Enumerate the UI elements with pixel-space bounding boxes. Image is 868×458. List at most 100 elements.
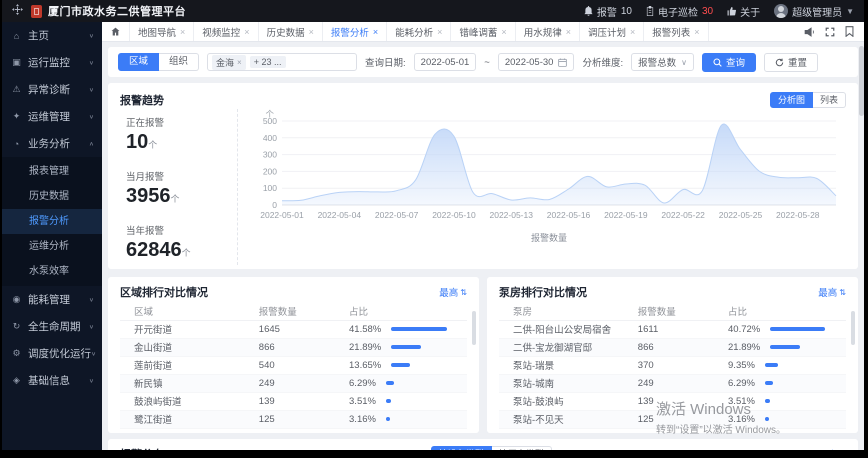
home-icon — [111, 27, 120, 36]
sidebar-item-business-analysis[interactable]: ◔ 业务分析 ∧ — [2, 130, 102, 157]
table-row[interactable]: 莲前街道 540 13.65% — [120, 356, 467, 375]
page-scrollbar[interactable] — [859, 46, 864, 116]
svg-text:2022-05-07: 2022-05-07 — [375, 210, 419, 220]
region-multiselect[interactable]: 金海 × + 23 ... — [207, 53, 358, 71]
table-row[interactable]: 泵站-城南 249 6.29% — [499, 374, 846, 393]
sidebar-item-basic-info[interactable]: ◈ 基础信息 ∨ — [2, 367, 102, 394]
percent-bar — [391, 344, 421, 349]
percent-bar — [770, 344, 800, 349]
inspection-count: 30 — [701, 5, 714, 17]
chart-view-button[interactable]: 分析图 — [769, 92, 813, 108]
svg-text:2022-05-10: 2022-05-10 — [432, 210, 476, 220]
sidebar-item-history-data[interactable]: 历史数据 — [2, 184, 102, 209]
dimension-select[interactable]: 报警总数 ∨ — [631, 53, 694, 71]
by-vendor-type-button[interactable]: 按厂家类型 — [491, 446, 552, 450]
remove-tag-icon[interactable]: × — [237, 58, 242, 67]
more-tags[interactable]: + 23 ... — [249, 56, 286, 68]
close-icon[interactable]: × — [566, 27, 571, 37]
svg-text:2022-05-22: 2022-05-22 — [661, 210, 705, 220]
sidebar-item-pump-efficiency[interactable]: 水泵效率 — [2, 259, 102, 284]
close-icon[interactable]: × — [373, 27, 378, 37]
alarm-notification[interactable]: 报警 10 — [584, 4, 632, 19]
close-icon[interactable]: × — [437, 27, 442, 37]
user-menu[interactable]: 超级管理员 ▼ — [774, 4, 854, 19]
sidebar-item-diagnosis[interactable]: ⚠ 异常诊断 ∨ — [2, 76, 102, 103]
svg-text:2022-05-28: 2022-05-28 — [776, 210, 820, 220]
tab-water-pattern[interactable]: 用水规律 × — [516, 22, 580, 41]
stat-current-alarms: 正在报警 10个 — [126, 118, 165, 153]
sidebar-item-dispatch-optimization[interactable]: ⚙ 调度优化运行 ∨ — [2, 340, 102, 367]
table-row[interactable]: 鹭江街道 125 3.16% — [120, 410, 467, 429]
distribution-sort-link[interactable]: 最高 ⇅ — [818, 447, 846, 451]
percent-bar — [764, 398, 770, 403]
list-view-button[interactable]: 列表 — [812, 92, 846, 108]
close-icon[interactable]: × — [180, 27, 185, 37]
date-end-input[interactable]: 2022-05-30 — [497, 53, 575, 71]
table-row[interactable]: 二供-阳台山公安局宿舍 1611 40.72% — [499, 320, 846, 339]
date-start-input[interactable]: 2022-05-01 — [413, 53, 477, 71]
sort-icon: ⇅ — [839, 287, 846, 297]
table-row[interactable]: 新民镇 249 6.29% — [120, 374, 467, 393]
inspection-notification[interactable]: 电子巡检 30 — [646, 4, 713, 19]
region-rank-title: 区域排行对比情况 — [120, 287, 208, 299]
business-analysis-submenu: 报表管理 历史数据 报警分析 运维分析 水泵效率 — [2, 157, 102, 286]
table-row[interactable]: 开元街道 1645 41.58% — [120, 320, 467, 339]
sidebar-item-monitoring[interactable]: ▣ 运行监控 ∨ — [2, 49, 102, 76]
tab-alarm-analysis[interactable]: 报警分析 × — [323, 22, 388, 41]
close-icon[interactable]: × — [630, 27, 635, 37]
sidebar-item-lifecycle[interactable]: ↻ 全生命周期 ∨ — [2, 313, 102, 340]
tab-map-navigation[interactable]: 地图导航 × — [130, 22, 195, 41]
stat-month-alarms: 当月报警 3956个 — [126, 172, 180, 207]
sidebar-item-energy-management[interactable]: ◉ 能耗管理 ∨ — [2, 286, 102, 313]
fullscreen-icon[interactable] — [825, 27, 835, 37]
tab-video-monitoring[interactable]: 视频监控 × — [194, 22, 259, 41]
gear-icon: ⚙ — [12, 348, 21, 358]
search-button[interactable]: 查询 — [701, 52, 756, 72]
move-icon[interactable] — [12, 4, 23, 18]
close-icon[interactable]: × — [244, 27, 249, 37]
panel-icon[interactable] — [845, 26, 854, 37]
announcement-icon[interactable] — [804, 26, 815, 37]
table-row[interactable]: 金山街道 866 21.89% — [120, 338, 467, 357]
sidebar-item-home[interactable]: ⌂ 主页 ∨ — [2, 22, 102, 49]
tab-alarm-list[interactable]: 报警列表 × — [644, 22, 709, 41]
percent-bar — [770, 326, 826, 331]
by-device-type-button[interactable]: 按设备类型 — [430, 446, 492, 450]
segment-org-button[interactable]: 组织 — [159, 53, 200, 71]
percent-bar — [764, 362, 778, 367]
pump-rank-panel: 泵房排行对比情况 最高 ⇅ 泵房 报警数量 占比 二供-阳台山公安局宿舍 161… — [487, 277, 858, 433]
tab-pressure-plan[interactable]: 调压计划 × — [580, 22, 645, 41]
percent-bar — [385, 398, 391, 403]
reset-button[interactable]: 重置 — [763, 52, 818, 72]
monitor-icon: ▣ — [12, 57, 21, 67]
table-row[interactable]: 泵站-瑞景 370 9.35% — [499, 356, 846, 375]
tab-energy-analysis[interactable]: 能耗分析 × — [387, 22, 452, 41]
tab-peak-storage[interactable]: 错峰调蓄 × — [451, 22, 516, 41]
sidebar-item-alarm-analysis[interactable]: 报警分析 — [2, 209, 102, 234]
chevron-down-icon: ▼ — [846, 6, 854, 16]
percent-bar — [385, 416, 391, 421]
tab-home[interactable] — [102, 22, 130, 41]
table-row[interactable]: 鼓浪屿街道 139 3.51% — [120, 392, 467, 411]
table-row[interactable]: 二供-宝龙御湖官邸 866 21.89% — [499, 338, 846, 357]
about-link[interactable]: 关于 — [727, 4, 760, 19]
table-row[interactable]: 泵站-鼓浪屿 139 3.51% — [499, 392, 846, 411]
table-scrollbar[interactable] — [472, 311, 476, 345]
pump-rank-title: 泵房排行对比情况 — [499, 287, 587, 299]
sidebar-item-ops-analysis[interactable]: 运维分析 — [2, 234, 102, 259]
table-scrollbar[interactable] — [851, 311, 855, 345]
svg-text:2022-05-19: 2022-05-19 — [604, 210, 648, 220]
close-icon[interactable]: × — [309, 27, 314, 37]
region-rank-sort-link[interactable]: 最高 ⇅ — [439, 285, 467, 300]
close-icon[interactable]: × — [694, 27, 699, 37]
pump-rank-sort-link[interactable]: 最高 ⇅ — [818, 285, 846, 300]
sidebar-item-report-management[interactable]: 报表管理 — [2, 159, 102, 184]
close-icon[interactable]: × — [501, 27, 506, 37]
pump-rank-table: 泵房 报警数量 占比 二供-阳台山公安局宿舍 1611 40.72% 二供-宝龙御湖… — [499, 302, 846, 429]
tab-history-data[interactable]: 历史数据 × — [259, 22, 323, 41]
top-header: 厦门市政水务二供管理平台 报警 10 电子巡检 30 关于 超级管理员 ▼ — [2, 0, 864, 22]
table-row[interactable]: 泵站-不见天 125 3.16% — [499, 410, 846, 429]
sidebar-item-ops-management[interactable]: ✦ 运维管理 ∨ — [2, 103, 102, 130]
date-range-label: 查询日期: — [365, 58, 406, 69]
segment-region-button[interactable]: 区域 — [118, 53, 160, 71]
